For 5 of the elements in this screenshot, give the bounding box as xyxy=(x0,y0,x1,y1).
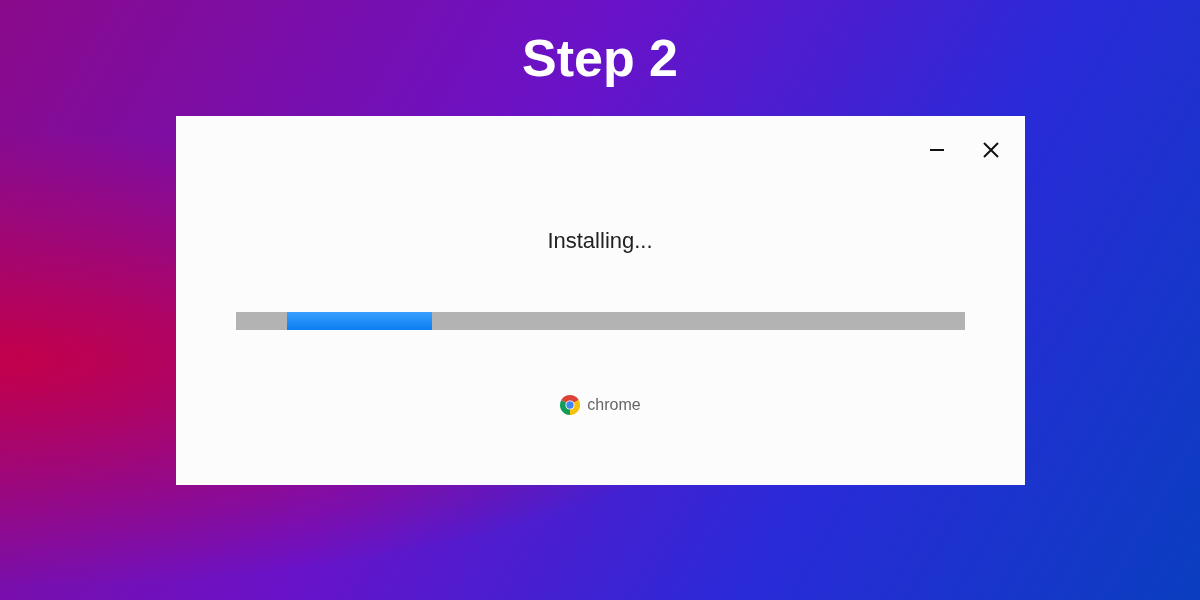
browser-logo-icon xyxy=(559,394,582,416)
brand-name: chrome xyxy=(587,396,641,414)
step-heading: Step 2 xyxy=(521,28,679,88)
close-icon[interactable] xyxy=(980,140,1001,160)
status-text: Installing... xyxy=(547,228,653,254)
